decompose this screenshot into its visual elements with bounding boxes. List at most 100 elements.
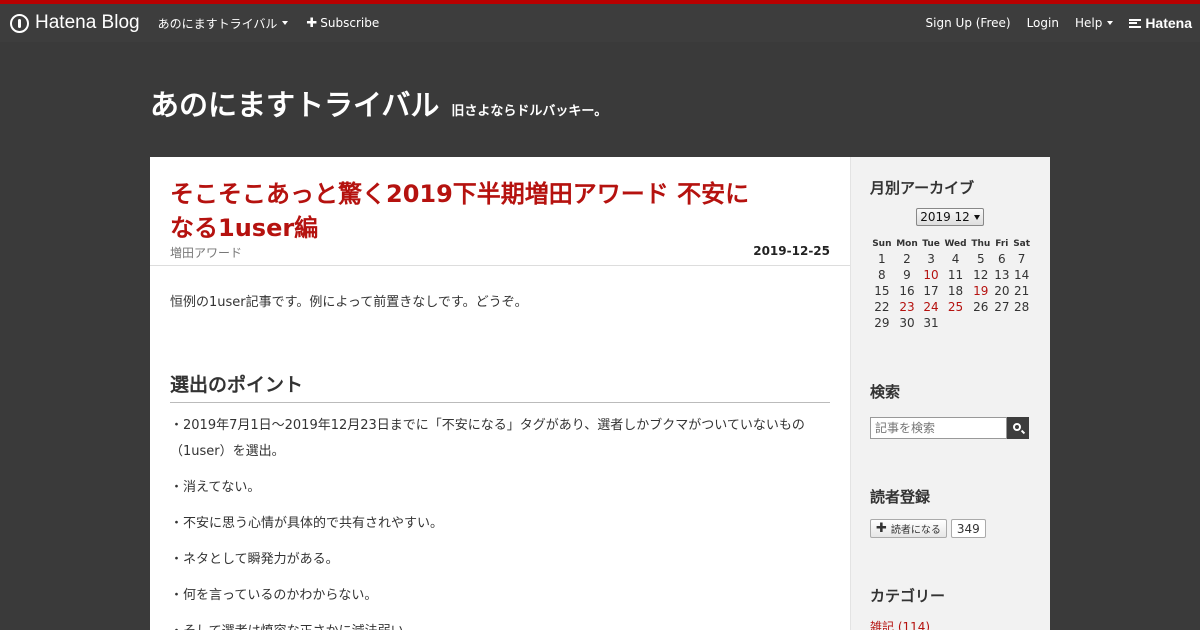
entry-intro: 恒例の1user記事です。例によって前置きなしです。どうぞ。 [170, 295, 528, 310]
hatena-logo[interactable]: Hatena [1129, 15, 1192, 31]
entry-article: そこそこあっと驚く2019下半期増田アワード 不安になる1user編 増田アワー… [150, 157, 850, 630]
calendar-day: 8 [878, 268, 886, 282]
subscribe-label: Subscribe [320, 16, 380, 30]
entry-category[interactable]: 増田アワード [170, 244, 242, 261]
hatena-blog-logo-icon [10, 13, 29, 33]
calendar-week-row: 1 2 3 4 567 [870, 251, 1032, 267]
entry-header: そこそこあっと驚く2019下半期増田アワード 不安になる1user編 増田アワー… [150, 157, 850, 266]
blog-header: あのにますトライバル 旧さよならドルバッキー。 [150, 82, 607, 124]
calendar-day: 15 [874, 284, 890, 298]
calendar-day: 1 [878, 252, 886, 266]
calendar-day: 11 [947, 268, 964, 282]
login-link[interactable]: Login [1027, 16, 1059, 30]
calendar-day: 26 [973, 300, 989, 314]
calendar-day: 7 [1017, 252, 1026, 266]
list-item: ・2019年7月1日～2019年12月23日までに「不安になる」タグがあり、選者… [170, 418, 805, 459]
calendar-day: 3 [927, 252, 935, 266]
category-item[interactable]: 雑記 (114) [870, 618, 1035, 630]
calendar-weekday: Thu [971, 239, 991, 249]
calendar-weekday: Tue [922, 239, 940, 249]
calendar-day: 4 [951, 252, 960, 266]
entry-title[interactable]: そこそこあっと驚く2019下半期増田アワード 不安になる1user編 [170, 177, 770, 245]
subscriber-count: 349 [950, 519, 986, 538]
entry-date[interactable]: 2019-12-25 [753, 244, 830, 258]
hatena-logo-icon [1129, 18, 1142, 28]
subscribe-module: 読者登録 ✚ 読者になる 349 [870, 486, 1035, 538]
calendar-day: 6 [998, 252, 1006, 266]
plus-icon: ✚ [306, 15, 318, 31]
plus-icon: ✚ [876, 521, 887, 536]
calendar-week-row: 8 9 10 11 12 13 14 [870, 267, 1032, 283]
archive-selected-month: 2019 12 [920, 210, 970, 224]
calendar-week-row: 29 30 31 [870, 315, 1032, 331]
calendar-weekday: Sun [872, 239, 892, 249]
hatena-blog-logo[interactable]: Hatena Blog [10, 12, 140, 34]
calendar-day-link[interactable]: 25 [942, 299, 969, 315]
calendar-day: 28 [1013, 300, 1030, 314]
calendar-day: 18 [947, 284, 964, 298]
chevron-down-icon [973, 214, 980, 220]
list-item: ・不安に思う心情が具体的で共有されやすい。 [170, 516, 444, 531]
global-header: Hatena Blog あのにますトライバル ✚ Subscribe Sign … [0, 0, 1200, 42]
subscribe-title: 読者登録 [870, 488, 931, 506]
calendar-weekday: Fri [995, 239, 1009, 249]
calendar-day-link[interactable]: 19 [969, 283, 992, 299]
list-item: ・そして選者は慎容な正さかに減法弱い [170, 619, 830, 630]
calendar-day [992, 315, 1011, 331]
calendar-day-link[interactable]: 23 [894, 299, 920, 315]
calendar-day: 5 [976, 252, 985, 266]
calendar-day: 20 [994, 284, 1010, 298]
signup-link[interactable]: Sign Up (Free) [926, 16, 1011, 30]
global-header-right: Sign Up (Free) Login Help Hatena [926, 4, 1192, 42]
calendar-week-row: 15 16 17 18 19 20 21 [870, 283, 1032, 299]
calendar-day-link[interactable]: 24 [920, 299, 942, 315]
subscribe-button[interactable]: ✚ 読者になる [870, 519, 947, 538]
search-title: 検索 [870, 383, 901, 401]
calendar-weekday: Wed [944, 239, 967, 249]
subscribe-button-label: 読者になる [890, 525, 941, 536]
calendar-day: 31 [923, 316, 939, 330]
calendar-day [1011, 315, 1032, 331]
list-item: ・ネタとして瞬発力がある。 [170, 552, 339, 567]
search-form [870, 417, 1035, 439]
subscribe-link[interactable]: ✚ Subscribe [306, 16, 379, 31]
calendar-day: 30 [899, 316, 915, 330]
help-dropdown[interactable]: Help [1074, 16, 1114, 30]
blog-title[interactable]: あのにますトライバル [150, 82, 439, 124]
calendar-body: 1 2 3 4 5 6 7 8 9 10 11 12 13 14 15 16 17 18 19 20 21 22 23 24 2… [870, 251, 1032, 331]
hatena-blog-logo-text: Hatena Blog [35, 12, 140, 33]
calendar-day: 12 [973, 268, 989, 282]
calendar-day [969, 315, 992, 331]
calendar-weekday-row: Sun Mon Tue Wed Thu Fri Sat [870, 237, 1032, 251]
calendar-day: 17 [923, 284, 939, 298]
calendar-day: 2 [903, 252, 911, 266]
calendar-day: 27 [994, 300, 1010, 314]
help-label: Help [1074, 16, 1103, 30]
list-item: ・何を言っているのかわからない。 [170, 588, 378, 603]
calendar-day: 21 [1013, 284, 1030, 298]
archive-calendar: Sun Mon Tue Wed Thu Fri Sat 1 2 3 4 5 6 7 8 9 10 11 12 13 1… [870, 237, 1032, 331]
blog-description: 旧さよならドルバッキー。 [451, 104, 608, 119]
sidebar: 月別アーカイブ 2019 12 Sun Mon Tue Wed Thu Fri Sat 12… [850, 157, 1050, 630]
calendar-day: 16 [899, 284, 915, 298]
archive-module: 月別アーカイブ 2019 12 Sun Mon Tue Wed Thu Fri Sat 12… [870, 177, 1035, 331]
search-module: 検索 [870, 381, 1035, 439]
chevron-down-icon [1107, 21, 1114, 25]
archive-month-select[interactable]: 2019 12 [916, 208, 984, 226]
calendar-day: 9 [903, 268, 911, 282]
section-heading: 選出のポイント [170, 370, 830, 403]
entry-body: 恒例の1user記事です。例によって前置きなしです。どうぞ。 選出のポイント ・… [150, 266, 850, 630]
archive-title: 月別アーカイブ [870, 179, 975, 197]
calendar-day: 14 [1013, 268, 1030, 282]
search-input[interactable] [870, 417, 1007, 439]
global-header-left: Hatena Blog あのにますトライバル ✚ Subscribe [10, 4, 379, 42]
calendar-day: 22 [874, 300, 890, 314]
hatena-logo-text: Hatena [1145, 15, 1192, 31]
blog-menu-dropdown[interactable]: あのにますトライバル [158, 15, 289, 32]
category-title: カテゴリー [870, 587, 946, 605]
calendar-day-link[interactable]: 10 [920, 267, 942, 283]
search-button[interactable] [1007, 417, 1029, 439]
calendar-day [942, 315, 969, 331]
subscribe-row: ✚ 読者になる 349 [870, 519, 1035, 538]
calendar-week-row: 22 23 24 25 26 27 28 [870, 299, 1032, 315]
